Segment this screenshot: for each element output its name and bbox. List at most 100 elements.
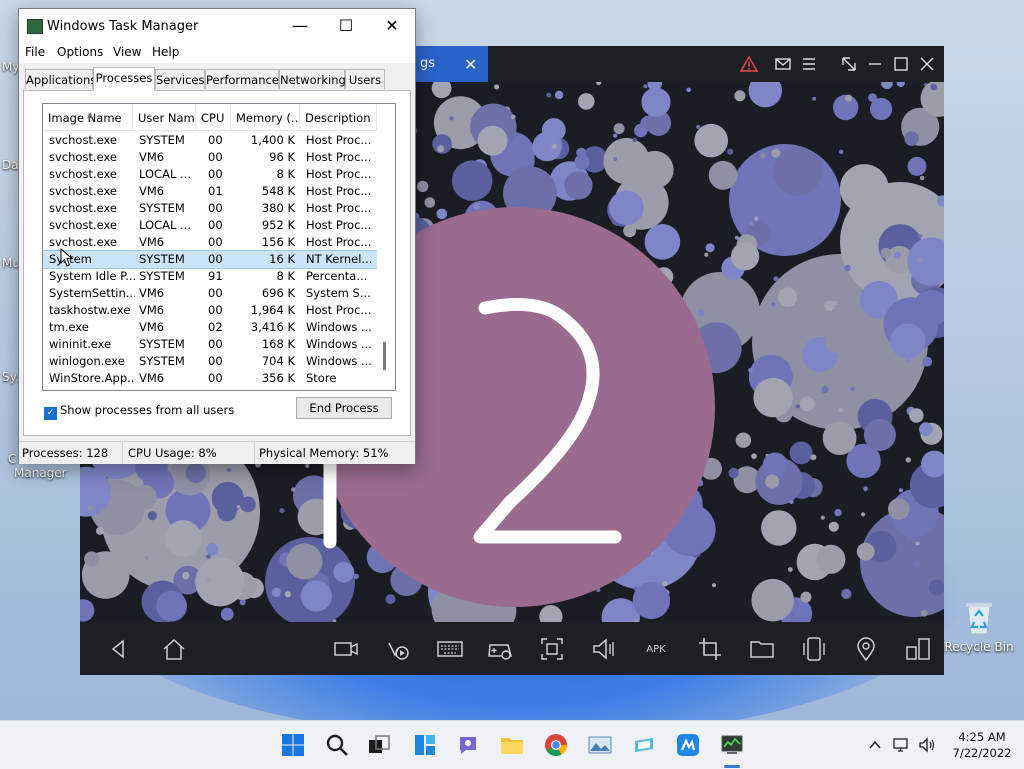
table-row[interactable]: winlogon.exe SYSTEM 00 704 K Windows ... xyxy=(43,353,377,370)
row-cpu: 01 xyxy=(208,184,223,198)
column-cpu[interactable]: CPU xyxy=(196,104,231,130)
tab-networking[interactable]: Networking xyxy=(279,69,346,89)
volume-icon[interactable] xyxy=(590,635,618,663)
close-icon[interactable] xyxy=(918,55,936,73)
tab-performance[interactable]: Performance xyxy=(205,69,279,89)
table-row[interactable]: taskhostw.exe VM6 00 1,964 K Host Proc... xyxy=(43,302,377,319)
column-image-name[interactable]: ▲ Image Name xyxy=(43,104,133,130)
process-list-header: ▲ Image Name User Name CPU Memory (... D… xyxy=(43,104,377,131)
maximize-icon[interactable] xyxy=(892,55,910,73)
crop-icon[interactable] xyxy=(696,635,724,663)
row-cpu: 00 xyxy=(208,133,223,147)
keyboard-icon[interactable] xyxy=(436,635,464,663)
row-memory: 3,416 K xyxy=(250,320,295,334)
scrollbar-thumb[interactable] xyxy=(383,342,386,370)
row-user-name: LOCAL ... xyxy=(139,218,191,232)
tab-users[interactable]: Users xyxy=(345,69,385,89)
camera-icon[interactable] xyxy=(332,635,360,663)
widgets-icon[interactable] xyxy=(413,733,437,757)
search-icon[interactable] xyxy=(325,733,349,757)
desktop-icon-label-manager[interactable]: Manager xyxy=(14,466,67,480)
row-user-name: VM6 xyxy=(139,320,165,334)
emulator-toolbar[interactable]: APK xyxy=(80,622,944,675)
chevron-up-icon[interactable] xyxy=(866,736,884,754)
volume-icon[interactable] xyxy=(918,736,936,754)
desktop-icon-label[interactable]: Da xyxy=(2,158,19,172)
row-memory: 548 K xyxy=(261,184,295,198)
gamepad-icon[interactable] xyxy=(486,635,514,663)
network-icon[interactable] xyxy=(892,736,910,754)
process-list[interactable]: ▲ Image Name User Name CPU Memory (... D… xyxy=(42,103,396,391)
minimize-button[interactable]: — xyxy=(277,15,323,37)
table-row[interactable]: System Idle P... SYSTEM 91 8 K Percenta... xyxy=(43,268,377,285)
tab-processes[interactable]: Processes xyxy=(93,67,155,91)
row-user-name: SYSTEM xyxy=(139,201,185,215)
table-row[interactable]: svchost.exe SYSTEM 00 1,400 K Host Proc... xyxy=(43,132,377,149)
table-row[interactable]: WinStore.App... VM6 00 356 K Store xyxy=(43,370,377,387)
emulator-icon[interactable] xyxy=(676,733,700,757)
windows-start-icon[interactable] xyxy=(281,733,305,757)
menu-help[interactable]: Help xyxy=(152,45,179,59)
screenshot-icon[interactable] xyxy=(538,635,566,663)
window-title: Windows Task Manager xyxy=(47,19,199,34)
table-row[interactable]: SystemSettin... VM6 00 696 K System S... xyxy=(43,285,377,302)
table-row[interactable]: svchost.exe VM6 01 548 K Host Proc... xyxy=(43,183,377,200)
row-cpu: 00 xyxy=(208,337,223,351)
back-icon[interactable] xyxy=(104,635,132,663)
task-manager-icon[interactable] xyxy=(720,733,744,757)
task-manager-window[interactable]: Windows Task Manager — ☐ ✕ File Options … xyxy=(18,8,416,464)
maximize-button[interactable]: ☐ xyxy=(323,15,369,37)
recycle-bin-icon xyxy=(963,600,995,636)
row-image-name: System Idle P... xyxy=(49,269,135,283)
table-row[interactable]: tm.exe VM6 02 3,416 K Windows ... xyxy=(43,319,377,336)
multi-window-icon[interactable] xyxy=(904,635,932,663)
mail-icon[interactable] xyxy=(774,55,792,73)
table-row[interactable]: SystemSYSTEM0016 KNT Kernel... xyxy=(43,250,378,269)
row-description: Store xyxy=(306,371,337,385)
menu-file[interactable]: File xyxy=(25,45,45,59)
desktop-icon-label[interactable]: My xyxy=(2,60,19,74)
close-button[interactable]: ✕ xyxy=(369,15,415,37)
task-manager-titlebar[interactable]: Windows Task Manager — ☐ ✕ xyxy=(19,9,415,43)
task-view-icon[interactable] xyxy=(367,733,391,757)
table-row[interactable]: svchost.exe VM6 00 96 K Host Proc... xyxy=(43,149,377,166)
table-row[interactable]: svchost.exe SYSTEM 00 380 K Host Proc... xyxy=(43,200,377,217)
table-row[interactable]: svchost.exe LOCAL ... 00 952 K Host Proc... xyxy=(43,217,377,234)
menu-view[interactable]: View xyxy=(113,45,141,59)
menu-icon[interactable] xyxy=(800,55,818,73)
recycle-bin[interactable]: Recycle Bin xyxy=(944,600,1014,654)
table-row[interactable]: svchost.exe VM6 00 156 K Host Proc... xyxy=(43,234,377,251)
end-process-button[interactable]: End Process xyxy=(296,397,392,419)
vertical-scrollbar[interactable] xyxy=(377,104,394,390)
chat-icon[interactable] xyxy=(456,733,480,757)
close-icon[interactable]: ✕ xyxy=(464,55,477,74)
column-user-name[interactable]: User Name xyxy=(133,104,196,130)
home-icon[interactable] xyxy=(160,635,188,663)
menu-options[interactable]: Options xyxy=(57,45,103,59)
column-description[interactable]: Description xyxy=(300,104,377,130)
column-memory[interactable]: Memory (... xyxy=(231,104,300,130)
row-cpu: 00 xyxy=(208,303,223,317)
tab-services[interactable]: Services xyxy=(155,69,205,89)
resize-icon[interactable] xyxy=(840,55,858,73)
location-icon[interactable] xyxy=(852,635,880,663)
warning-icon[interactable] xyxy=(740,55,758,73)
apk-icon[interactable]: APK xyxy=(642,635,670,663)
rotate-icon[interactable] xyxy=(800,635,828,663)
file-explorer-icon[interactable] xyxy=(500,733,524,757)
show-all-processes-checkbox[interactable]: ✓ Show processes from all users xyxy=(44,403,234,420)
app-icon[interactable] xyxy=(632,733,656,757)
folder-icon[interactable] xyxy=(748,635,776,663)
table-row[interactable]: svchost.exe LOCAL ... 00 8 K Host Proc... xyxy=(43,166,377,183)
desktop-icon-label[interactable]: C xyxy=(8,452,16,466)
row-image-name: svchost.exe xyxy=(49,133,118,147)
table-row[interactable]: wininit.exe SYSTEM 00 168 K Windows ... xyxy=(43,336,377,353)
row-memory: 8 K xyxy=(276,269,295,283)
minimize-icon[interactable] xyxy=(866,55,884,73)
photos-icon[interactable] xyxy=(588,733,612,757)
tab-applications[interactable]: Applications xyxy=(25,69,96,89)
row-memory: 8 K xyxy=(276,167,295,181)
system-clock[interactable]: 4:25 AM 7/22/2022 xyxy=(944,729,1020,761)
location-record-icon[interactable] xyxy=(384,635,412,663)
chrome-icon[interactable] xyxy=(544,733,568,757)
